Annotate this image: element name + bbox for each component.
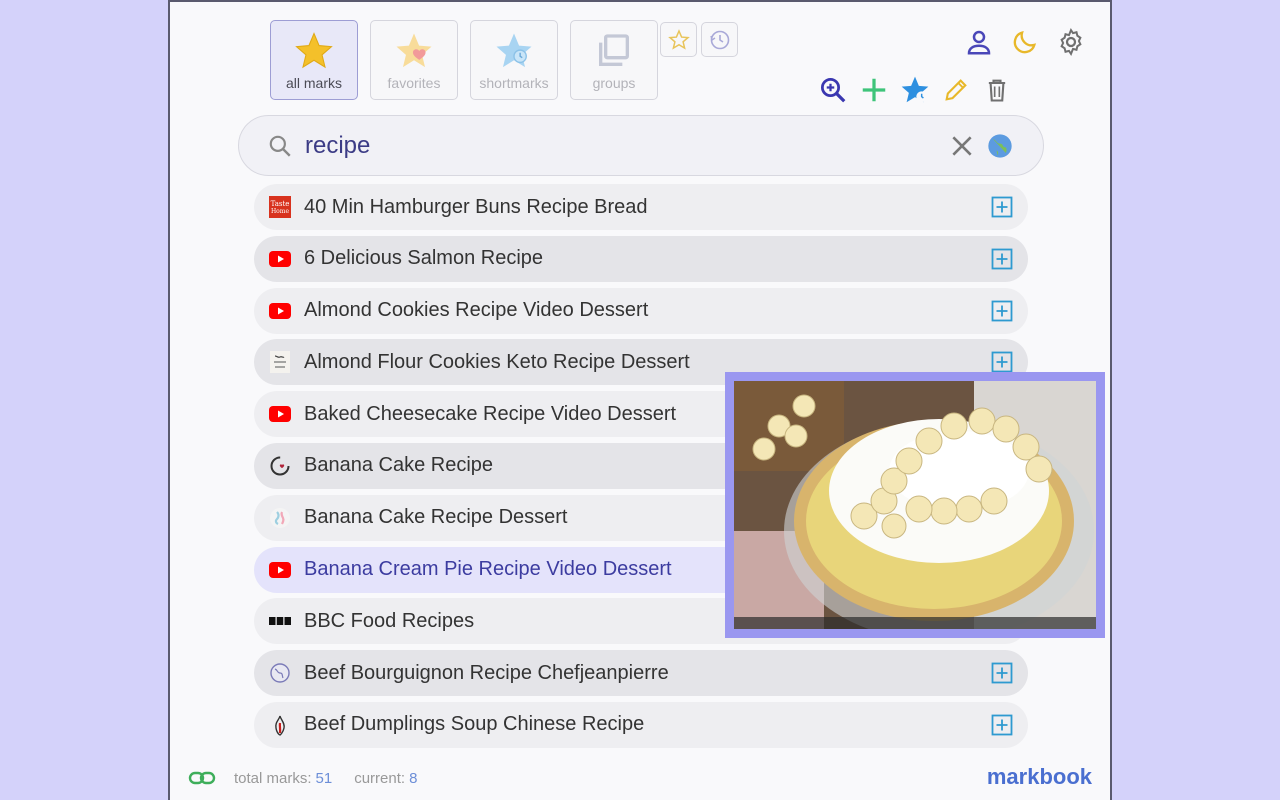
item-title: 40 Min Hamburger Buns Recipe Bread [304,196,990,219]
taste-of-home-icon: TasteHome [268,195,292,219]
list-item[interactable]: Beef Bourguignon Recipe Chefjeanpierre [254,650,1028,696]
view-tabs: all marks favorites shortmarks groups [270,20,658,100]
plus-box-icon [991,300,1013,322]
zoom-search-icon [818,75,848,105]
pencil-icon [942,76,970,104]
action-toolbar [816,72,1014,108]
item-title: Almond Flour Cookies Keto Recipe Dessert [304,351,990,374]
svg-text:Taste: Taste [271,200,290,208]
mini-buttons [660,22,738,57]
list-item[interactable]: 6 Delicious Salmon Recipe [254,236,1028,282]
add-to-group-button[interactable] [990,350,1014,374]
youtube-icon [268,558,292,582]
search-bar[interactable]: recipe [238,115,1044,176]
item-title: Beef Bourguignon Recipe Chefjeanpierre [304,662,990,685]
item-title: Beef Dumplings Soup Chinese Recipe [304,713,990,736]
plus-box-icon [991,196,1013,218]
dark-mode-toggle[interactable] [1008,24,1042,60]
total-marks-count: 51 [316,770,333,787]
link-icon[interactable] [188,768,216,788]
svg-text:Home: Home [271,208,290,215]
gear-icon [1056,27,1086,57]
add-star-button[interactable] [898,72,932,108]
zoom-search-button[interactable] [816,72,850,108]
plus-icon [859,75,889,105]
brand-logo: markbook [987,764,1092,790]
history-button[interactable] [701,22,738,57]
tab-favorites[interactable]: favorites [370,20,458,100]
user-icon [964,27,994,57]
heart-star-icon [392,29,436,73]
add-to-group-button[interactable] [990,247,1014,271]
clear-search-button[interactable] [947,131,977,161]
tab-all-marks[interactable]: all marks [270,20,358,100]
stack-icon [592,29,636,73]
app-panel: all marks favorites shortmarks groups [168,0,1112,800]
search-icon [267,132,295,160]
search-input[interactable]: recipe [305,132,947,160]
current-label: current: [354,770,405,787]
globe-icon [268,661,292,685]
plus-box-icon [991,714,1013,736]
bbc-icon [268,609,292,633]
tab-label: all marks [286,75,342,91]
plus-box-icon [991,351,1013,373]
tab-label: groups [593,75,636,91]
preview-image [734,381,1096,629]
current-count: 8 [409,770,417,787]
globe-icon [986,132,1014,160]
youtube-icon [268,247,292,271]
settings-button[interactable] [1054,24,1088,60]
youtube-icon [268,402,292,426]
circle-heart-icon [268,454,292,478]
tab-label: shortmarks [479,75,548,91]
site-logo-icon [268,350,292,374]
tab-groups[interactable]: groups [570,20,658,100]
list-item[interactable]: Beef Dumplings Soup Chinese Recipe [254,702,1028,748]
plus-box-icon [991,662,1013,684]
edit-button[interactable] [939,72,973,108]
add-to-group-button[interactable] [990,299,1014,323]
thumbnail-preview [725,372,1105,638]
star-add-icon [899,74,931,106]
tab-label: favorites [388,75,441,91]
add-button[interactable] [857,72,891,108]
pastel-logo-icon [268,506,292,530]
star-outline-button[interactable] [660,22,697,57]
youtube-icon [268,299,292,323]
close-icon [949,133,975,159]
add-to-group-button[interactable] [990,195,1014,219]
star-icon [292,29,336,73]
web-search-button[interactable] [985,131,1015,161]
add-to-group-button[interactable] [990,713,1014,737]
moon-icon [1011,28,1039,56]
tab-shortmarks[interactable]: shortmarks [470,20,558,100]
trash-icon [983,76,1011,104]
plus-box-icon [991,248,1013,270]
list-item[interactable]: TasteHome 40 Min Hamburger Buns Recipe B… [254,184,1028,230]
account-button[interactable] [962,24,996,60]
history-icon [708,28,732,52]
footer-stats: total marks: 51 current: 8 [188,768,417,788]
delete-button[interactable] [980,72,1014,108]
list-item[interactable]: Almond Cookies Recipe Video Dessert [254,288,1028,334]
add-to-group-button[interactable] [990,661,1014,685]
item-title: Almond Cookies Recipe Video Dessert [304,299,990,322]
star-outline-icon [667,28,691,52]
item-title: 6 Delicious Salmon Recipe [304,247,990,270]
chili-icon [268,713,292,737]
clock-star-icon [492,29,536,73]
top-right-controls [962,24,1088,60]
total-marks-label: total marks: [234,770,312,787]
